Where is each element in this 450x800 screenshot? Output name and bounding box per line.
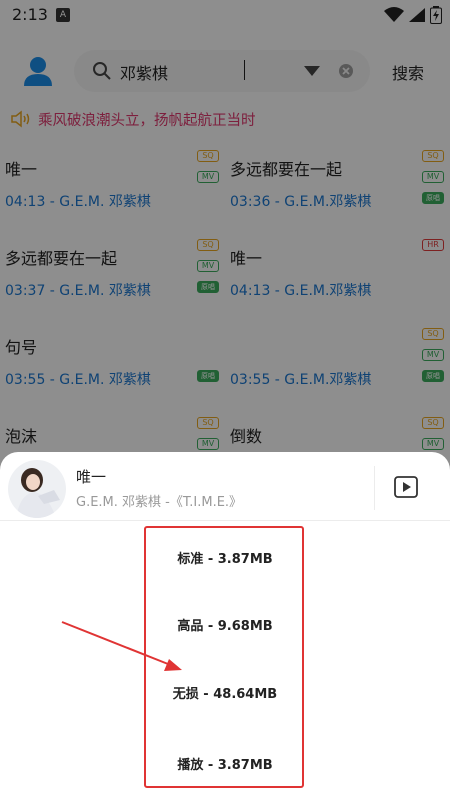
album-cover-image [8,460,66,518]
annotation-highlight-box [144,526,304,788]
sheet-song-title: 唯一 [76,468,107,486]
sheet-song-subtitle: G.E.M. 邓紫棋 -《T.I.M.E.》 [76,495,243,510]
play-video-icon[interactable] [394,476,418,498]
divider [0,520,450,521]
divider [374,466,375,510]
